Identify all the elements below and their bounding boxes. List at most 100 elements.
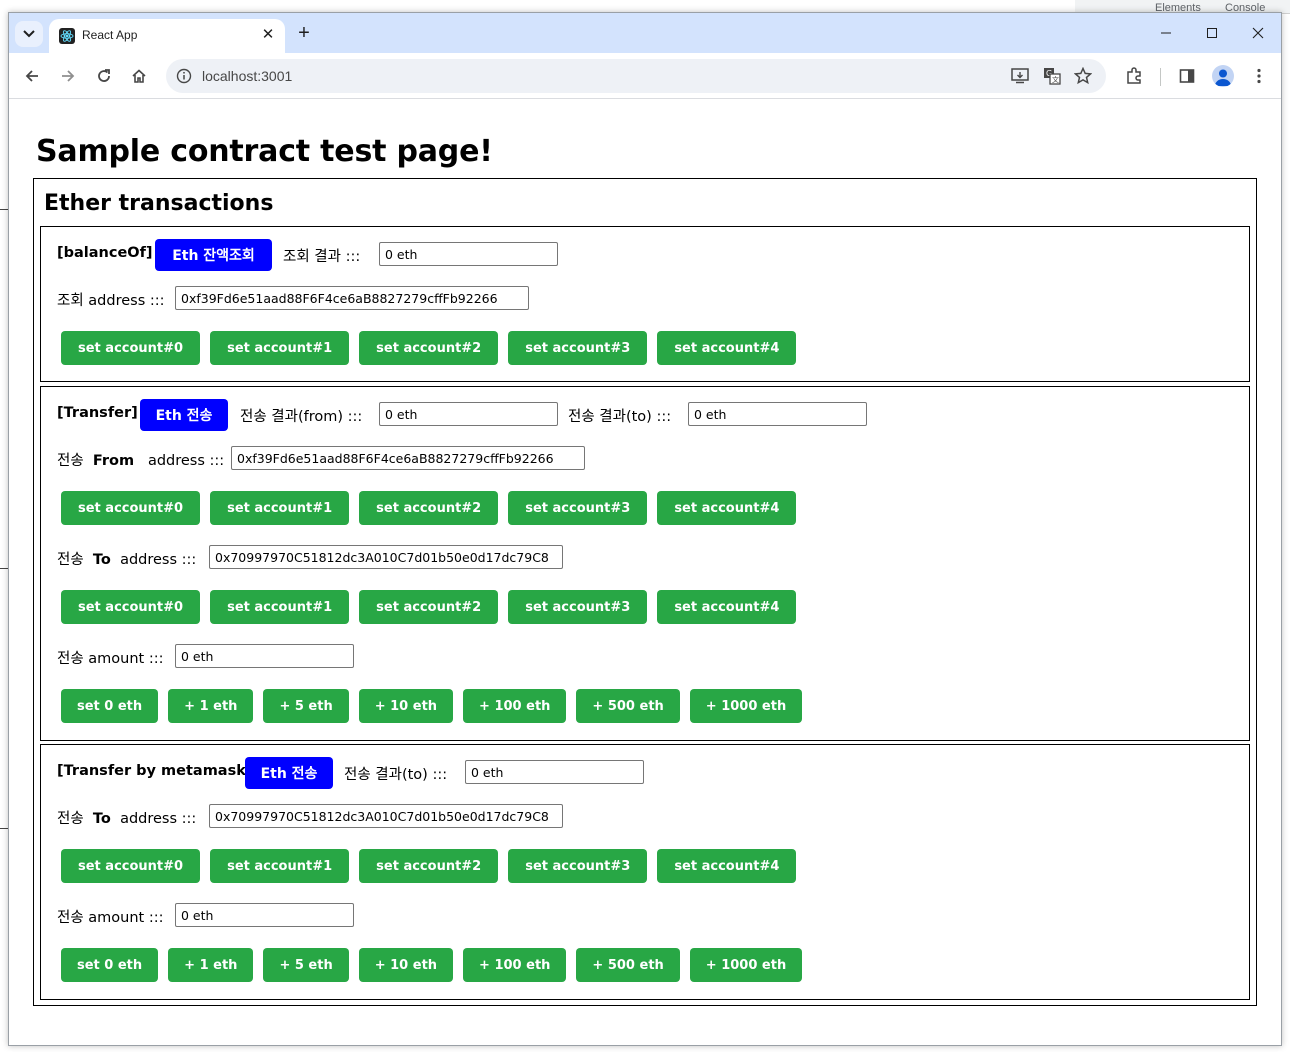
profile-avatar[interactable] xyxy=(1212,65,1234,87)
extensions-button[interactable] xyxy=(1121,63,1147,89)
devtools-side-panel xyxy=(1281,14,1290,1052)
svg-text:文: 文 xyxy=(1052,75,1059,84)
eth-balance-button[interactable]: Eth 잔액조회 xyxy=(155,239,272,271)
transfer-result-from-label: 전송 결과(from) ::: xyxy=(240,409,363,425)
section-title: Ether transactions xyxy=(44,191,274,216)
transfer-amount-buttons: set 0 eth + 1 eth + 5 eth + 10 eth + 100… xyxy=(61,689,803,723)
balance-address-field[interactable] xyxy=(175,286,529,310)
add-1000-eth-button[interactable]: + 1000 eth xyxy=(689,689,803,723)
info-icon[interactable] xyxy=(176,68,192,84)
new-tab-plus-icon[interactable]: + xyxy=(292,21,316,45)
reload-button[interactable] xyxy=(91,63,117,89)
balance-panel: [balanceOf] Eth 잔액조회 조회 결과 ::: 조회 addres… xyxy=(40,226,1250,382)
metamask-to-address-field[interactable] xyxy=(209,804,563,828)
mm-add-10-eth-button[interactable]: + 10 eth xyxy=(358,948,454,982)
page-title: Sample contract test page! xyxy=(36,134,493,169)
transfer-amount-field[interactable] xyxy=(175,644,354,668)
side-panel-button[interactable] xyxy=(1174,63,1200,89)
minimize-button[interactable] xyxy=(1146,19,1186,47)
set-to-account-1-button[interactable]: set account#1 xyxy=(210,590,350,624)
set-mm-account-4-button[interactable]: set account#4 xyxy=(657,849,797,883)
set-from-account-2-button[interactable]: set account#2 xyxy=(359,491,499,525)
tab-close-icon[interactable]: ✕ xyxy=(259,25,277,43)
forward-button[interactable] xyxy=(55,63,81,89)
metamask-transfer-button[interactable]: Eth 전송 xyxy=(245,757,333,789)
transfer-to-address-field[interactable] xyxy=(209,545,563,569)
set-to-account-4-button[interactable]: set account#4 xyxy=(657,590,797,624)
metamask-result-to-label: 전송 결과(to) ::: xyxy=(344,767,448,783)
chevron-down-icon xyxy=(23,30,35,38)
transfer-result-to-field[interactable] xyxy=(688,402,867,426)
metamask-transfer-panel: [Transfer by metamask] Eth 전송 전송 결과(to) … xyxy=(40,744,1250,1000)
window-close-button[interactable] xyxy=(1238,19,1278,47)
set-0-eth-button[interactable]: set 0 eth xyxy=(61,689,159,723)
set-to-account-2-button[interactable]: set account#2 xyxy=(359,590,499,624)
transfer-header: [Transfer] xyxy=(57,405,138,421)
transfer-result-to-label: 전송 결과(to) ::: xyxy=(568,409,672,425)
address-bar[interactable]: localhost:3001 G文 xyxy=(166,59,1106,93)
set-mm-account-1-button[interactable]: set account#1 xyxy=(210,849,350,883)
side-panel-icon xyxy=(1179,69,1195,83)
balance-address-label: 조회 address ::: xyxy=(57,293,165,309)
url-text[interactable]: localhost:3001 xyxy=(202,68,292,84)
metamask-amount-buttons: set 0 eth + 1 eth + 5 eth + 10 eth + 100… xyxy=(61,948,803,982)
set-mm-account-2-button[interactable]: set account#2 xyxy=(359,849,499,883)
transfer-result-from-field[interactable] xyxy=(379,402,558,426)
transfer-from-label: 전송 From address ::: xyxy=(57,453,225,469)
set-account-3-button[interactable]: set account#3 xyxy=(508,331,648,365)
to-keyword: To xyxy=(92,811,111,827)
mm-add-100-eth-button[interactable]: + 100 eth xyxy=(463,948,567,982)
tab-title: React App xyxy=(82,28,138,42)
mm-add-5-eth-button[interactable]: + 5 eth xyxy=(263,948,349,982)
metamask-header: [Transfer by metamask] xyxy=(57,763,253,779)
mm-add-1-eth-button[interactable]: + 1 eth xyxy=(168,948,254,982)
metamask-amount-field[interactable] xyxy=(175,903,354,927)
arrow-right-icon xyxy=(62,70,75,82)
set-mm-account-3-button[interactable]: set account#3 xyxy=(508,849,648,883)
arrow-left-icon xyxy=(25,70,38,82)
bookmark-star-icon[interactable] xyxy=(1072,66,1094,86)
set-from-account-4-button[interactable]: set account#4 xyxy=(657,491,797,525)
set-mm-account-0-button[interactable]: set account#0 xyxy=(61,849,201,883)
page-viewport: Sample contract test page! Ether transac… xyxy=(9,100,1281,1045)
tab-search-button[interactable] xyxy=(15,21,43,47)
browser-menu-button[interactable] xyxy=(1246,63,1272,89)
add-1-eth-button[interactable]: + 1 eth xyxy=(168,689,254,723)
maximize-button[interactable] xyxy=(1192,19,1232,47)
install-app-icon[interactable] xyxy=(1009,66,1031,86)
browser-window: React App ✕ + localhost:3001 G 文 Sample … xyxy=(8,12,1282,1046)
balance-result-label: 조회 결과 ::: xyxy=(283,249,361,265)
home-button[interactable] xyxy=(126,63,152,89)
set-account-4-button[interactable]: set account#4 xyxy=(657,331,797,365)
metamask-to-label: 전송 To address ::: xyxy=(57,811,197,827)
balance-result-field[interactable] xyxy=(379,242,558,266)
transfer-to-label: 전송 To address ::: xyxy=(57,552,197,568)
back-button[interactable] xyxy=(19,63,45,89)
set-from-account-0-button[interactable]: set account#0 xyxy=(61,491,201,525)
set-account-0-button[interactable]: set account#0 xyxy=(61,331,201,365)
add-100-eth-button[interactable]: + 100 eth xyxy=(463,689,567,723)
reload-icon xyxy=(98,69,110,82)
add-5-eth-button[interactable]: + 5 eth xyxy=(263,689,349,723)
set-to-account-3-button[interactable]: set account#3 xyxy=(508,590,648,624)
transfer-from-account-buttons: set account#0 set account#1 set account#… xyxy=(61,491,797,525)
set-to-account-0-button[interactable]: set account#0 xyxy=(61,590,201,624)
mm-add-500-eth-button[interactable]: + 500 eth xyxy=(576,948,680,982)
add-500-eth-button[interactable]: + 500 eth xyxy=(576,689,680,723)
set-account-1-button[interactable]: set account#1 xyxy=(210,331,350,365)
eth-transfer-button[interactable]: Eth 전송 xyxy=(140,399,228,431)
mm-add-1000-eth-button[interactable]: + 1000 eth xyxy=(689,948,803,982)
browser-tab-active[interactable]: React App ✕ xyxy=(49,19,285,53)
set-from-account-1-button[interactable]: set account#1 xyxy=(210,491,350,525)
add-10-eth-button[interactable]: + 10 eth xyxy=(358,689,454,723)
set-account-2-button[interactable]: set account#2 xyxy=(359,331,499,365)
puzzle-icon xyxy=(1127,67,1141,84)
metamask-result-to-field[interactable] xyxy=(465,760,644,784)
set-from-account-3-button[interactable]: set account#3 xyxy=(508,491,648,525)
metamask-amount-label: 전송 amount ::: xyxy=(57,910,164,926)
ether-transactions-section: Ether transactions [balanceOf] Eth 잔액조회 … xyxy=(33,178,1257,1006)
transfer-panel: [Transfer] Eth 전송 전송 결과(from) ::: 전송 결과(… xyxy=(40,386,1250,741)
translate-icon[interactable]: G文 xyxy=(1041,66,1063,86)
mm-set-0-eth-button[interactable]: set 0 eth xyxy=(61,948,159,982)
transfer-from-address-field[interactable] xyxy=(231,446,585,470)
